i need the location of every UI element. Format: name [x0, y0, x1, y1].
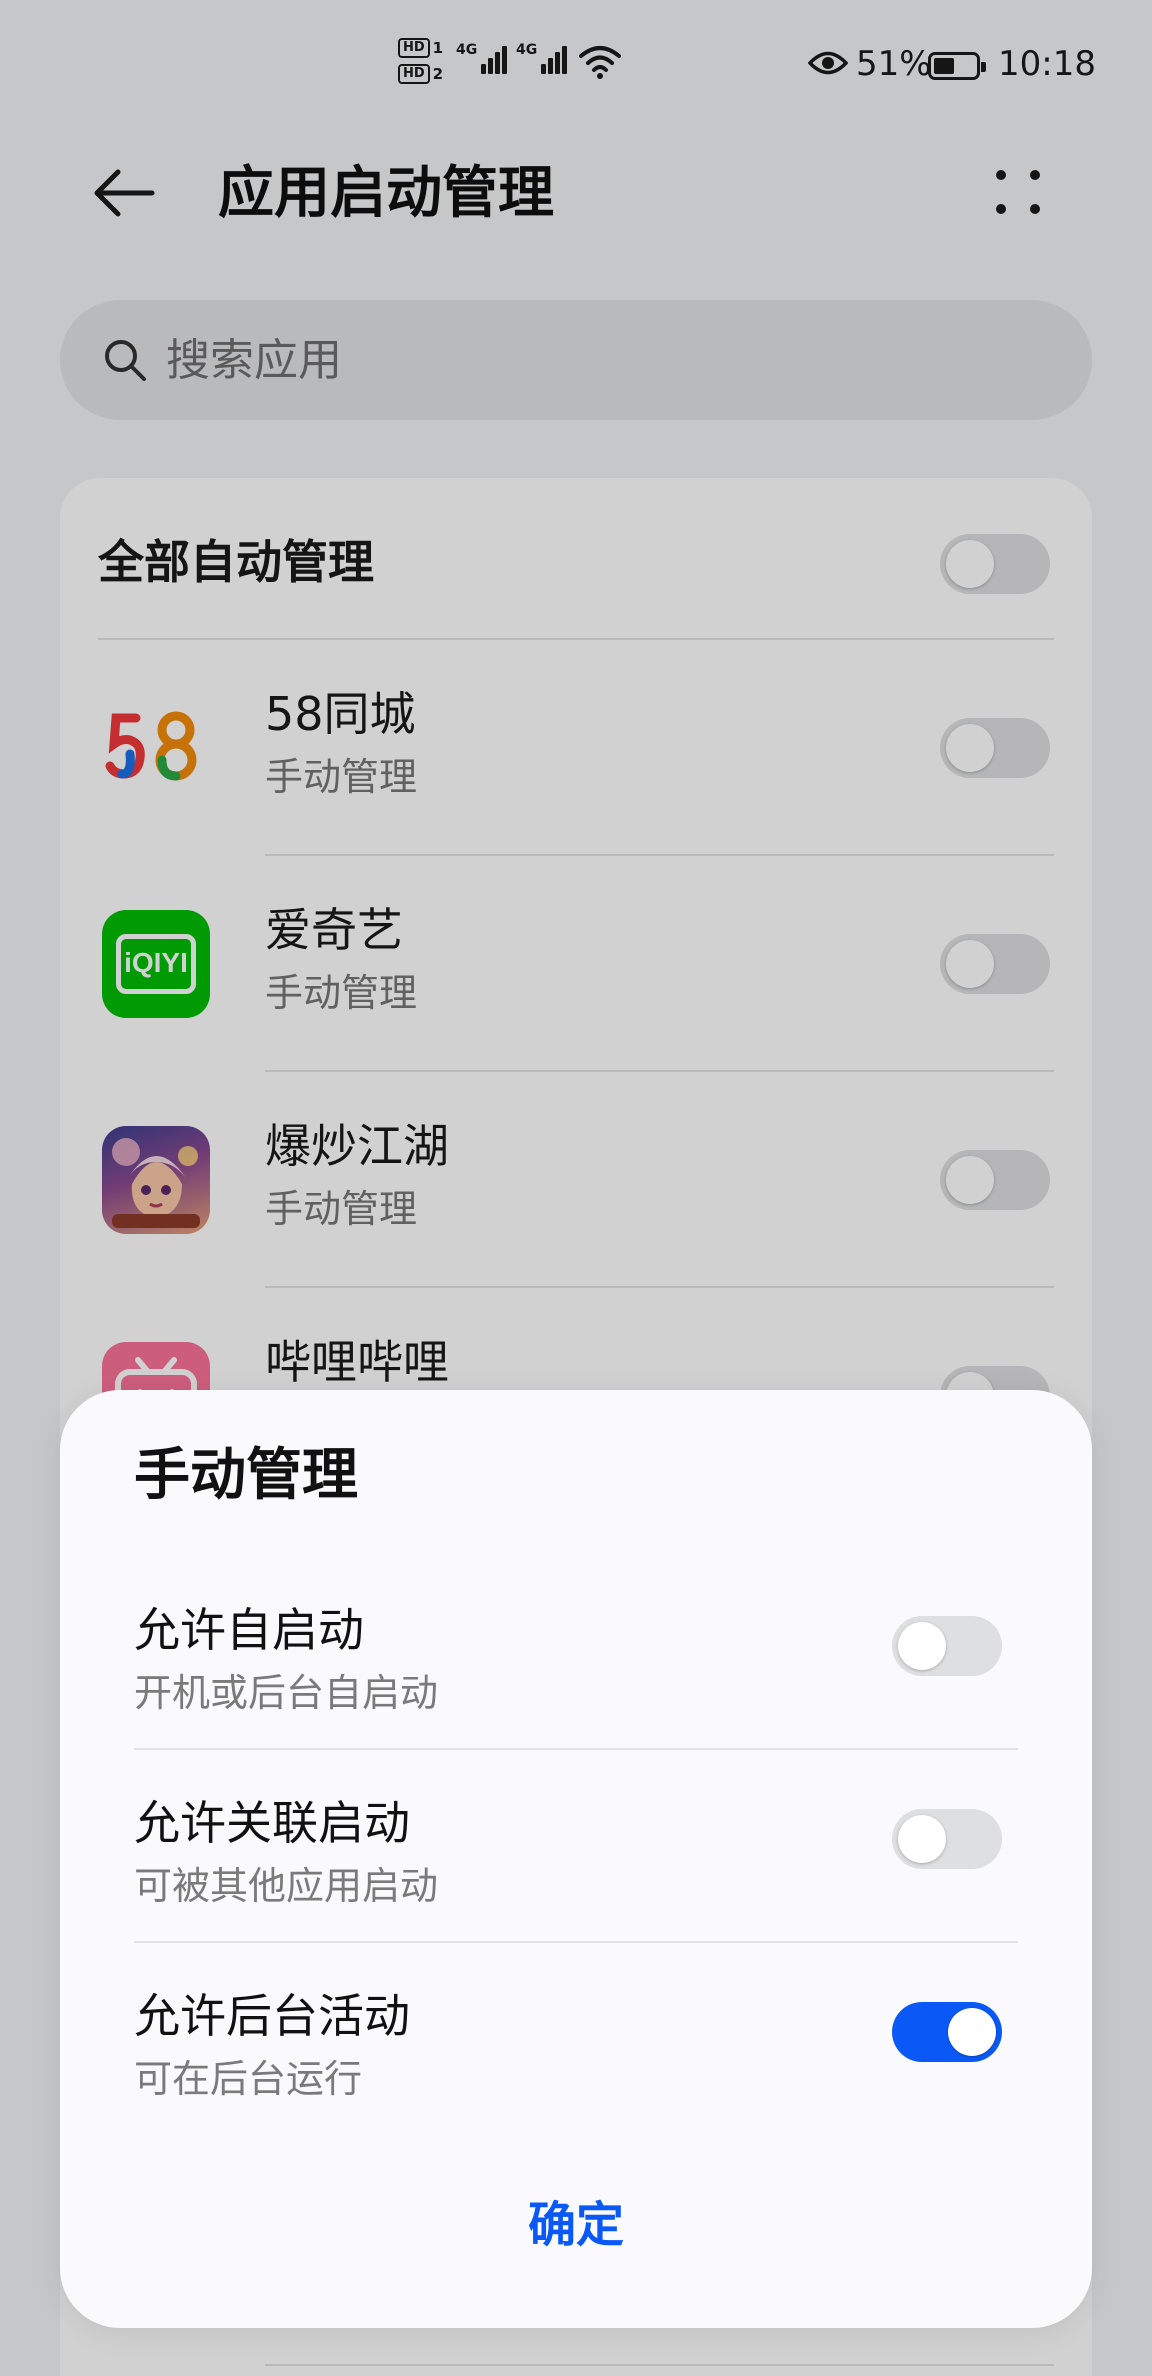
option-label: 允许后台活动: [134, 1989, 410, 2043]
option-row-background-activity[interactable]: 允许后台活动 可在后台运行: [60, 1966, 1092, 2160]
background-activity-toggle[interactable]: [892, 2002, 1002, 2062]
option-label: 允许自启动: [134, 1603, 364, 1657]
divider: [134, 1748, 1018, 1750]
confirm-button[interactable]: 确定: [376, 2170, 776, 2270]
option-row-associated-start[interactable]: 允许关联启动 可被其他应用启动: [60, 1773, 1092, 1967]
option-desc: 可被其他应用启动: [134, 1864, 439, 1908]
divider: [134, 1941, 1018, 1943]
dialog-title: 手动管理: [134, 1443, 358, 1508]
option-desc: 开机或后台自启动: [134, 1671, 439, 1715]
option-desc: 可在后台运行: [134, 2057, 363, 2101]
option-row-auto-start[interactable]: 允许自启动 开机或后台自启动: [60, 1580, 1092, 1774]
manual-manage-dialog: 手动管理 允许自启动 开机或后台自启动 允许关联启动 可被其他应用启动 允许后台…: [60, 1390, 1092, 2328]
associated-start-toggle[interactable]: [892, 1809, 1002, 1869]
auto-start-toggle[interactable]: [892, 1616, 1002, 1676]
option-label: 允许关联启动: [134, 1796, 410, 1850]
